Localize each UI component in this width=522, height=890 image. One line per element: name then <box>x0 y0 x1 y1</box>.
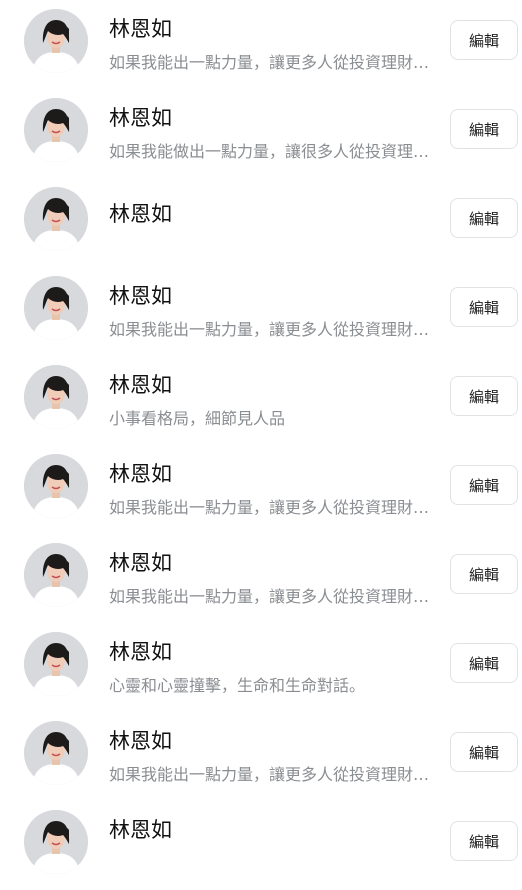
list-item[interactable]: 林恩如 小事看格局，細節見人品 編輯 <box>0 356 522 445</box>
list-item[interactable]: 林恩如 如果我能出一點力量，讓更多人從投資理財中獲益 編輯 <box>0 267 522 356</box>
contact-name: 林恩如 <box>109 17 172 41</box>
list-item[interactable]: 林恩如 如果我能出一點力量，讓更多人從投資理財中獲益 編輯 <box>0 534 522 623</box>
avatar[interactable] <box>24 810 88 874</box>
avatar[interactable] <box>24 543 88 607</box>
edit-button[interactable]: 編輯 <box>450 821 518 861</box>
contact-name: 林恩如 <box>109 729 172 753</box>
list-item[interactable]: 林恩如 編輯 <box>0 178 522 267</box>
avatar[interactable] <box>24 276 88 340</box>
contact-name: 林恩如 <box>109 818 172 842</box>
contact-name: 林恩如 <box>109 640 172 664</box>
edit-button[interactable]: 編輯 <box>450 109 518 149</box>
edit-button[interactable]: 編輯 <box>450 643 518 683</box>
avatar[interactable] <box>24 9 88 73</box>
avatar[interactable] <box>24 721 88 785</box>
contact-bio: 如果我能出一點力量，讓更多人從投資理財中獲益 <box>109 53 431 72</box>
contact-bio: 如果我能出一點力量，讓更多人從投資理財中獲益 <box>109 498 431 517</box>
edit-button[interactable]: 編輯 <box>450 20 518 60</box>
profile-list: 林恩如 如果我能出一點力量，讓更多人從投資理財中獲益 編輯 林恩如 如果我能做出… <box>0 0 522 890</box>
edit-button[interactable]: 編輯 <box>450 732 518 772</box>
list-item[interactable]: 林恩如 如果我能做出一點力量，讓很多人從投資理財中獲益 編輯 <box>0 89 522 178</box>
edit-button[interactable]: 編輯 <box>450 287 518 327</box>
list-item[interactable]: 林恩如 如果我能出一點力量，讓更多人從投資理財中獲益 編輯 <box>0 712 522 801</box>
contact-name: 林恩如 <box>109 462 172 486</box>
contact-bio: 小事看格局，細節見人品 <box>109 409 286 428</box>
edit-button[interactable]: 編輯 <box>450 198 518 238</box>
list-item[interactable]: 林恩如 心靈和心靈撞擊，生命和生命對話。 編輯 <box>0 623 522 712</box>
avatar[interactable] <box>24 632 88 696</box>
list-item[interactable]: 林恩如 如果我能出一點力量，讓更多人從投資理財中獲益 編輯 <box>0 445 522 534</box>
list-item[interactable]: 林恩如 如果我能出一點力量，讓更多人從投資理財中獲益 編輯 <box>0 0 522 89</box>
contact-name: 林恩如 <box>109 551 172 575</box>
avatar[interactable] <box>24 98 88 162</box>
contact-bio: 如果我能出一點力量，讓更多人從投資理財中獲益 <box>109 765 431 784</box>
contact-name: 林恩如 <box>109 106 172 130</box>
list-item[interactable]: 林恩如 編輯 <box>0 801 522 890</box>
contact-bio: 如果我能出一點力量，讓更多人從投資理財中獲益 <box>109 587 431 606</box>
edit-button[interactable]: 編輯 <box>450 376 518 416</box>
avatar[interactable] <box>24 454 88 518</box>
contact-bio: 心靈和心靈撞擊，生命和生命對話。 <box>109 676 366 695</box>
edit-button[interactable]: 編輯 <box>450 465 518 505</box>
contact-name: 林恩如 <box>109 284 172 308</box>
contact-bio: 如果我能做出一點力量，讓很多人從投資理財中獲益 <box>109 142 431 161</box>
contact-name: 林恩如 <box>109 202 172 226</box>
avatar[interactable] <box>24 187 88 251</box>
avatar[interactable] <box>24 365 88 429</box>
contact-name: 林恩如 <box>109 373 172 397</box>
contact-bio: 如果我能出一點力量，讓更多人從投資理財中獲益 <box>109 320 431 339</box>
edit-button[interactable]: 編輯 <box>450 554 518 594</box>
